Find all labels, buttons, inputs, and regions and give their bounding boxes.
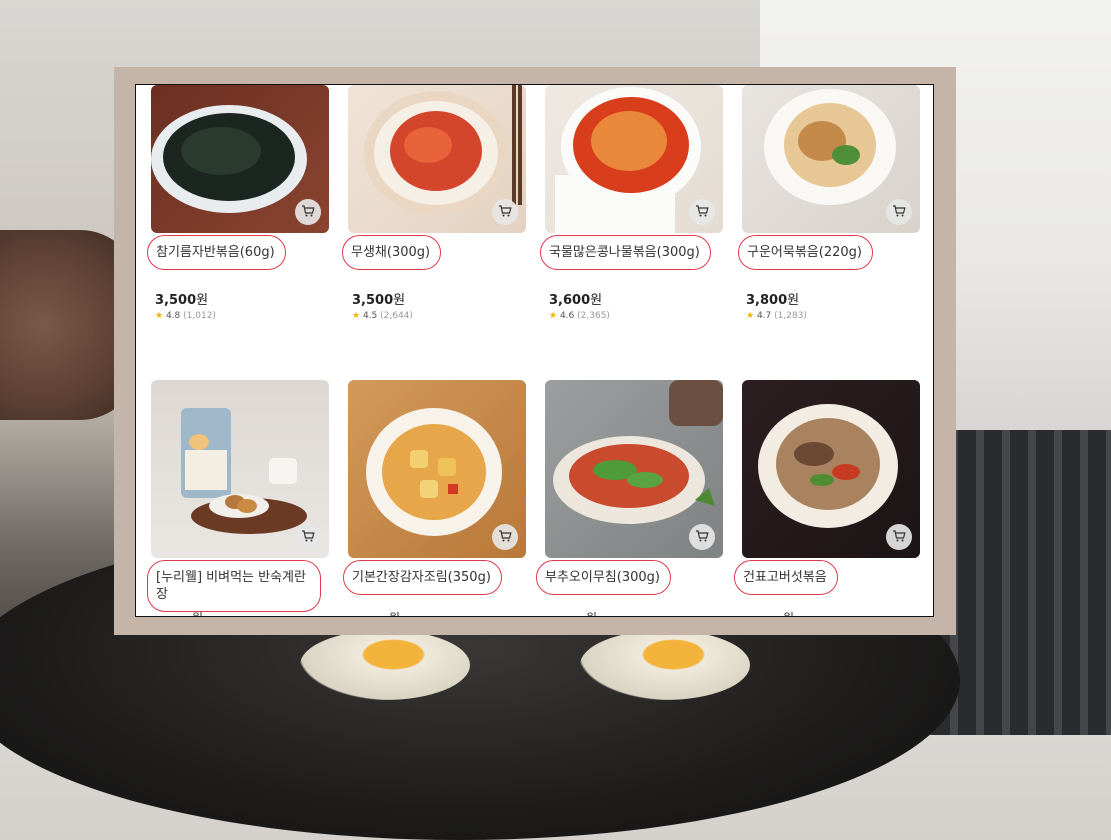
- product-rating: ★ 4.8 (1,012): [155, 311, 216, 321]
- product-rating: ★ 4.7 (1,283): [746, 311, 807, 321]
- add-to-cart-button[interactable]: [886, 524, 912, 550]
- product-name[interactable]: 부추오이무침(300g): [536, 560, 671, 595]
- cart-icon: [301, 528, 315, 547]
- rating-value: 4.5: [362, 311, 378, 321]
- product-card[interactable]: [545, 85, 723, 233]
- product-price: 3,500원: [352, 289, 405, 308]
- product-price: 3,600원: [549, 289, 602, 308]
- cart-icon: [301, 203, 315, 222]
- product-image[interactable]: [545, 85, 723, 233]
- product-price: 3,800원: [746, 289, 799, 308]
- product-name[interactable]: 건표고버섯볶음: [734, 560, 838, 595]
- currency: 원: [590, 293, 603, 308]
- product-rating: ★ 4.5 (2,644): [352, 311, 413, 321]
- rating-value: 4.6: [559, 311, 575, 321]
- add-to-cart-button[interactable]: [492, 199, 518, 225]
- add-to-cart-button[interactable]: [295, 199, 321, 225]
- background-egg: [580, 630, 750, 700]
- star-icon: ★: [155, 311, 164, 321]
- product-price-partial: 원: [389, 609, 400, 616]
- add-to-cart-button[interactable]: [295, 524, 321, 550]
- cart-icon: [892, 203, 906, 222]
- product-card[interactable]: [151, 85, 329, 233]
- product-name[interactable]: 무생채(300g): [342, 235, 442, 270]
- product-name[interactable]: 국물많은콩나물볶음(300g): [540, 235, 711, 270]
- product-name[interactable]: [누리웰] 비벼먹는 반숙계란장: [147, 560, 321, 612]
- product-image[interactable]: [545, 380, 723, 558]
- rating-value: 4.7: [756, 311, 772, 321]
- review-count: (1,283): [774, 311, 807, 321]
- product-card[interactable]: [742, 380, 920, 558]
- price-value: 3,600: [549, 293, 591, 308]
- star-icon: ★: [549, 311, 558, 321]
- product-card[interactable]: [151, 380, 329, 558]
- review-count: (2,365): [577, 311, 610, 321]
- add-to-cart-button[interactable]: [886, 199, 912, 225]
- product-price-partial: 원: [783, 609, 794, 616]
- add-to-cart-button[interactable]: [689, 199, 715, 225]
- cart-icon: [498, 203, 512, 222]
- currency: 원: [393, 293, 406, 308]
- review-count: (1,012): [183, 311, 216, 321]
- currency: 원: [196, 293, 209, 308]
- product-grid: 참기름자반볶음(60g) 3,500원 ★ 4.8 (1,012) 무생채(30…: [135, 84, 934, 617]
- product-price-partial: 원: [586, 609, 597, 616]
- price-value: 3,800: [746, 293, 788, 308]
- product-card[interactable]: [545, 380, 723, 558]
- star-icon: ★: [352, 311, 361, 321]
- product-name[interactable]: 기본간장감자조림(350g): [343, 560, 502, 595]
- cart-icon: [695, 203, 709, 222]
- product-card[interactable]: [348, 380, 526, 558]
- product-card[interactable]: [742, 85, 920, 233]
- price-value: 3,500: [155, 293, 197, 308]
- currency: 원: [787, 293, 800, 308]
- rating-value: 4.8: [165, 311, 181, 321]
- cart-icon: [695, 528, 709, 547]
- price-value: 3,500: [352, 293, 394, 308]
- product-name[interactable]: 구운어묵볶음(220g): [738, 235, 873, 270]
- review-count: (2,644): [380, 311, 413, 321]
- product-image[interactable]: [348, 85, 526, 233]
- product-name[interactable]: 참기름자반볶음(60g): [147, 235, 286, 270]
- add-to-cart-button[interactable]: [689, 524, 715, 550]
- screenshot-frame: 참기름자반볶음(60g) 3,500원 ★ 4.8 (1,012) 무생채(30…: [114, 67, 956, 635]
- add-to-cart-button[interactable]: [492, 524, 518, 550]
- product-image[interactable]: [348, 380, 526, 558]
- product-image[interactable]: [151, 380, 329, 558]
- star-icon: ★: [746, 311, 755, 321]
- product-image[interactable]: [742, 380, 920, 558]
- product-image[interactable]: [151, 85, 329, 233]
- cart-icon: [498, 528, 512, 547]
- product-card[interactable]: [348, 85, 526, 233]
- cart-icon: [892, 528, 906, 547]
- background-egg: [300, 630, 470, 700]
- product-image[interactable]: [742, 85, 920, 233]
- product-rating: ★ 4.6 (2,365): [549, 311, 610, 321]
- product-price-partial: 원: [192, 609, 203, 616]
- product-price: 3,500원: [155, 289, 208, 308]
